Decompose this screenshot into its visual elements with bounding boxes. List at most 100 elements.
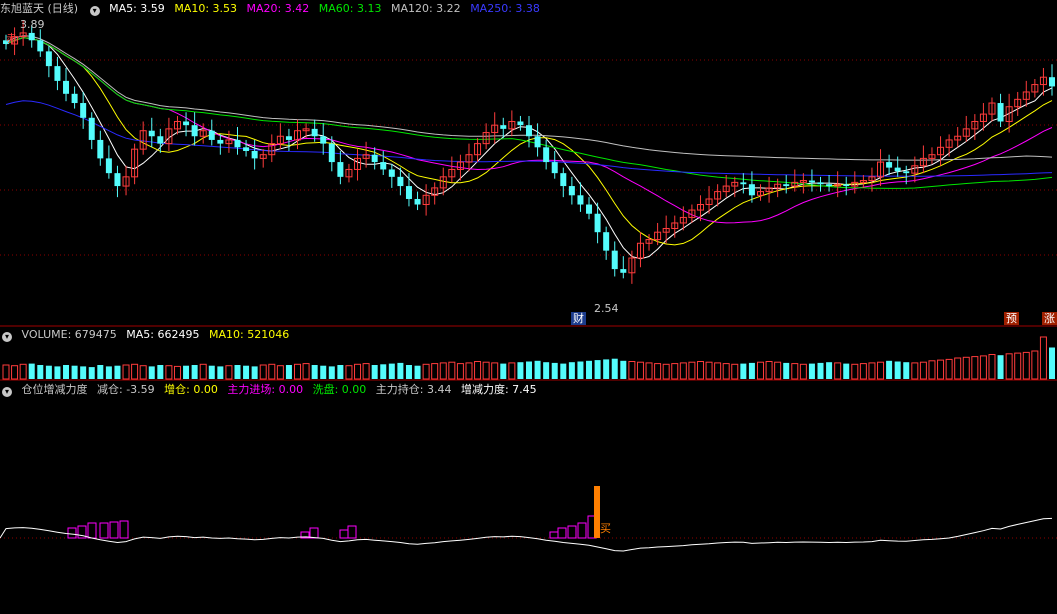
xipan-value: 洗盘: 0.00 [312, 383, 367, 396]
candle-body [63, 80, 70, 94]
zengcang-bar [119, 520, 129, 539]
candle-body [148, 130, 155, 137]
candle-body [894, 167, 901, 172]
volume-bar [80, 366, 87, 379]
volume-bar [534, 360, 541, 379]
zengcang-bar [339, 529, 349, 539]
main-chart-header: 东旭蓝天 (日线) ▾ MA5: 3.59 MA10: 3.53 MA20: 3… [0, 2, 546, 16]
volume-bar [414, 365, 421, 379]
volume-bar [259, 364, 267, 380]
volume-bar [234, 365, 241, 379]
zhuli-jinchang-value: 主力进场: 0.00 [227, 383, 304, 396]
candle-body [843, 184, 850, 187]
volume-bar [294, 363, 302, 380]
volume-bar [765, 361, 773, 380]
volume-bar [345, 365, 353, 380]
ma60-value: MA60: 3.13 [318, 2, 382, 15]
volume-bar [225, 365, 233, 380]
ma10-value: MA10: 3.53 [174, 2, 238, 15]
candle-body [603, 232, 610, 251]
volume-bar [714, 362, 722, 380]
volume-bar [843, 363, 850, 379]
candle-body [80, 103, 87, 118]
candle-body [54, 66, 61, 81]
volume-bar [1039, 336, 1047, 380]
volume-bar [886, 360, 893, 379]
volume-bar [586, 360, 593, 379]
volume-bar [131, 363, 139, 380]
volume-bar [1031, 350, 1039, 380]
volume-bar [328, 366, 335, 379]
chevron-down-icon[interactable]: ▾ [2, 387, 12, 397]
candle-body [45, 51, 52, 67]
candle-body [517, 121, 524, 126]
indicator-bars[interactable] [0, 486, 1053, 552]
volume-bar [679, 362, 687, 380]
zengcang-bar [577, 522, 587, 539]
indicator-header: ▾ 仓位增减力度 减仓: -3.59 增仓: 0.00 主力进场: 0.00 洗… [0, 383, 543, 397]
volume-bar [834, 362, 842, 380]
indicator-title: 仓位增减力度 [21, 383, 88, 396]
volume-bar [594, 360, 601, 379]
chevron-down-icon[interactable]: ▾ [89, 6, 100, 16]
volume-bar [603, 359, 610, 379]
volume-bar [560, 363, 567, 379]
volume-bar [362, 363, 370, 380]
volume-bar [139, 365, 147, 380]
candle-body [620, 269, 627, 273]
rise-tag[interactable]: 涨 [1042, 312, 1057, 325]
volume-bar [71, 365, 78, 379]
zengcang-bar [67, 527, 77, 539]
candle-body [105, 158, 112, 174]
volume-bar [851, 363, 859, 380]
volume-bar [826, 362, 833, 379]
ma5-value: MA5: 3.59 [109, 2, 165, 15]
candle-body [543, 147, 550, 163]
volume-bar [431, 363, 439, 380]
volume-bar [997, 355, 1004, 379]
candle-body [586, 204, 593, 214]
volume-bar [543, 362, 550, 379]
candle-body [380, 162, 387, 170]
volume-bar [337, 365, 344, 379]
chevron-down-icon[interactable]: ▾ [2, 332, 12, 342]
zengcang-bar [567, 525, 577, 539]
volume-bar [302, 363, 310, 380]
volume-bar [928, 360, 936, 380]
volume-bar [405, 365, 412, 379]
stock-title: 东旭蓝天 (日线) [0, 2, 79, 15]
candle-body [71, 93, 78, 104]
zengjian-lidu-line [0, 517, 1053, 552]
candle-body [817, 182, 824, 185]
volume-bar [722, 363, 730, 380]
volume-bar [971, 356, 979, 380]
candle-body [997, 103, 1004, 122]
volume-ma5: MA5: 662495 [126, 328, 200, 341]
volume-bar [808, 363, 815, 379]
candle-body [208, 130, 215, 140]
volume-bar [859, 363, 867, 380]
volume-bar [500, 363, 507, 379]
volume-value: VOLUME: 679475 [21, 328, 117, 341]
volume-bar [937, 359, 945, 380]
volume-bar [954, 357, 962, 380]
candle-body [500, 125, 507, 129]
volume-bars[interactable] [2, 336, 1057, 380]
volume-bar [45, 365, 52, 379]
volume-bar [37, 365, 44, 379]
candle-body [1049, 77, 1055, 87]
volume-bar [911, 362, 919, 380]
volume-bar [388, 363, 395, 379]
zengjian-lidu-value: 增减力度: 7.45 [460, 383, 537, 396]
ma20-value: MA20: 3.42 [246, 2, 310, 15]
volume-bar [508, 362, 516, 380]
volume-bar [380, 364, 387, 379]
volume-ma10: MA10: 521046 [208, 328, 290, 341]
forecast-tag[interactable]: 预 [1004, 312, 1019, 325]
candle-body [826, 184, 833, 187]
candle-body [886, 162, 893, 168]
candle-body [783, 184, 790, 187]
finance-tag[interactable]: 财 [571, 312, 586, 325]
volume-bar [354, 363, 362, 380]
volume-bar [397, 362, 404, 379]
